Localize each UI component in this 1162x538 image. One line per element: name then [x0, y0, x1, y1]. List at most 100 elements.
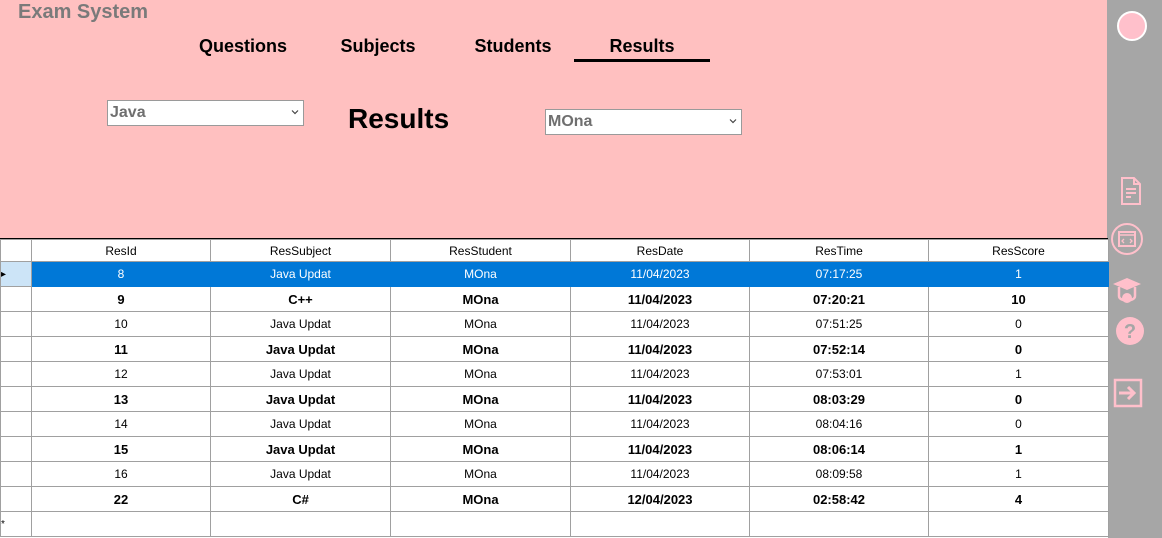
cell-resid[interactable]: 15 — [31, 436, 211, 462]
cell-resscore[interactable]: 1 — [928, 461, 1109, 487]
row-header[interactable] — [0, 286, 32, 312]
tab-questions[interactable]: Questions — [196, 34, 290, 62]
row-header[interactable] — [0, 386, 32, 412]
cell-resdate[interactable]: 11/04/2023 — [570, 261, 750, 287]
row-header[interactable] — [0, 411, 32, 437]
cell-resscore[interactable]: 1 — [928, 361, 1109, 387]
cell-resid[interactable]: 14 — [31, 411, 211, 437]
cell-ressubject[interactable]: Java Updat — [210, 261, 391, 287]
cell-restime[interactable]: 08:03:29 — [749, 386, 929, 412]
cell-resscore[interactable]: 0 — [928, 311, 1109, 337]
cell-resdate[interactable]: 11/04/2023 — [570, 411, 750, 437]
cell-resid[interactable] — [31, 511, 211, 537]
results-grid[interactable]: ResId ResSubject ResStudent ResDate ResT… — [0, 238, 1109, 538]
cell-ressubject[interactable]: Java Updat — [210, 311, 391, 337]
avatar[interactable] — [1116, 10, 1148, 42]
column-header-restime[interactable]: ResTime — [749, 239, 929, 262]
cell-resscore[interactable]: 0 — [928, 411, 1109, 437]
tab-results[interactable]: Results — [574, 34, 710, 62]
tab-subjects[interactable]: Subjects — [330, 34, 426, 62]
document-icon[interactable] — [1113, 174, 1147, 208]
cell-ressubject[interactable]: Java Updat — [210, 386, 391, 412]
table-row[interactable]: 13 Java Updat MOna 11/04/2023 08:03:29 0 — [0, 386, 1109, 412]
cell-resstudent[interactable]: MOna — [390, 461, 571, 487]
cell-restime[interactable]: 08:09:58 — [749, 461, 929, 487]
student-select[interactable]: MOna — [545, 109, 742, 135]
table-row[interactable]: 22 C# MOna 12/04/2023 02:58:42 4 — [0, 486, 1109, 512]
cell-resid[interactable]: 11 — [31, 336, 211, 362]
cell-resdate[interactable]: 11/04/2023 — [570, 361, 750, 387]
code-window-icon[interactable] — [1110, 222, 1144, 256]
cell-ressubject[interactable]: C++ — [210, 286, 391, 312]
cell-resdate[interactable]: 11/04/2023 — [570, 336, 750, 362]
column-header-resstudent[interactable]: ResStudent — [390, 239, 571, 262]
cell-resscore[interactable]: 0 — [928, 386, 1109, 412]
cell-restime[interactable]: 07:17:25 — [749, 261, 929, 287]
cell-resstudent[interactable]: MOna — [390, 361, 571, 387]
cell-restime[interactable]: 07:51:25 — [749, 311, 929, 337]
cell-ressubject[interactable]: Java Updat — [210, 436, 391, 462]
cell-resscore[interactable]: 1 — [928, 261, 1109, 287]
table-row[interactable]: 12 Java Updat MOna 11/04/2023 07:53:01 1 — [0, 361, 1109, 387]
cell-restime[interactable]: 08:06:14 — [749, 436, 929, 462]
tab-students[interactable]: Students — [466, 34, 560, 62]
cell-resstudent[interactable]: MOna — [390, 411, 571, 437]
cell-resdate[interactable]: 11/04/2023 — [570, 311, 750, 337]
table-row[interactable]: ▸ 8 Java Updat MOna 11/04/2023 07:17:25 … — [0, 261, 1109, 287]
help-icon[interactable]: ? — [1114, 315, 1146, 347]
cell-ressubject[interactable]: Java Updat — [210, 461, 391, 487]
cell-resstudent[interactable]: MOna — [390, 261, 571, 287]
cell-ressubject[interactable]: Java Updat — [210, 411, 391, 437]
table-row[interactable]: 16 Java Updat MOna 11/04/2023 08:09:58 1 — [0, 461, 1109, 487]
cell-ressubject[interactable]: Java Updat — [210, 336, 391, 362]
row-header[interactable] — [0, 311, 32, 337]
graduate-icon[interactable] — [1110, 274, 1144, 308]
cell-resid[interactable]: 10 — [31, 311, 211, 337]
table-row[interactable]: 11 Java Updat MOna 11/04/2023 07:52:14 0 — [0, 336, 1109, 362]
table-row[interactable]: 14 Java Updat MOna 11/04/2023 08:04:16 0 — [0, 411, 1109, 437]
cell-resstudent[interactable]: MOna — [390, 386, 571, 412]
row-header[interactable]: * — [0, 511, 32, 537]
cell-resid[interactable]: 9 — [31, 286, 211, 312]
cell-resscore[interactable]: 0 — [928, 336, 1109, 362]
cell-restime[interactable] — [749, 511, 929, 537]
cell-resid[interactable]: 8 — [31, 261, 211, 287]
cell-ressubject[interactable]: C# — [210, 486, 391, 512]
cell-resdate[interactable]: 11/04/2023 — [570, 386, 750, 412]
cell-resstudent[interactable] — [390, 511, 571, 537]
table-row[interactable]: 10 Java Updat MOna 11/04/2023 07:51:25 0 — [0, 311, 1109, 337]
cell-resdate[interactable]: 11/04/2023 — [570, 461, 750, 487]
table-row[interactable]: 9 C++ MOna 11/04/2023 07:20:21 10 — [0, 286, 1109, 312]
new-row[interactable]: * — [0, 511, 1109, 537]
subject-select[interactable]: Java — [107, 100, 304, 126]
cell-resscore[interactable]: 10 — [928, 286, 1109, 312]
cell-resdate[interactable] — [570, 511, 750, 537]
row-header[interactable] — [0, 361, 32, 387]
cell-resscore[interactable]: 4 — [928, 486, 1109, 512]
cell-resid[interactable]: 13 — [31, 386, 211, 412]
cell-resstudent[interactable]: MOna — [390, 436, 571, 462]
cell-restime[interactable]: 07:52:14 — [749, 336, 929, 362]
cell-ressubject[interactable]: Java Updat — [210, 361, 391, 387]
row-header[interactable]: ▸ — [0, 261, 32, 287]
cell-resdate[interactable]: 11/04/2023 — [570, 436, 750, 462]
cell-resstudent[interactable]: MOna — [390, 286, 571, 312]
cell-resscore[interactable] — [928, 511, 1109, 537]
cell-restime[interactable]: 07:20:21 — [749, 286, 929, 312]
column-header-resid[interactable]: ResId — [31, 239, 211, 262]
cell-restime[interactable]: 08:04:16 — [749, 411, 929, 437]
column-header-ressubject[interactable]: ResSubject — [210, 239, 391, 262]
cell-restime[interactable]: 07:53:01 — [749, 361, 929, 387]
cell-resid[interactable]: 22 — [31, 486, 211, 512]
cell-resstudent[interactable]: MOna — [390, 336, 571, 362]
column-header-resscore[interactable]: ResScore — [928, 239, 1109, 262]
cell-restime[interactable]: 02:58:42 — [749, 486, 929, 512]
cell-resdate[interactable]: 12/04/2023 — [570, 486, 750, 512]
cell-resdate[interactable]: 11/04/2023 — [570, 286, 750, 312]
cell-resscore[interactable]: 1 — [928, 436, 1109, 462]
row-header[interactable] — [0, 336, 32, 362]
table-row[interactable]: 15 Java Updat MOna 11/04/2023 08:06:14 1 — [0, 436, 1109, 462]
cell-resid[interactable]: 12 — [31, 361, 211, 387]
logout-icon[interactable] — [1111, 376, 1145, 410]
cell-resid[interactable]: 16 — [31, 461, 211, 487]
